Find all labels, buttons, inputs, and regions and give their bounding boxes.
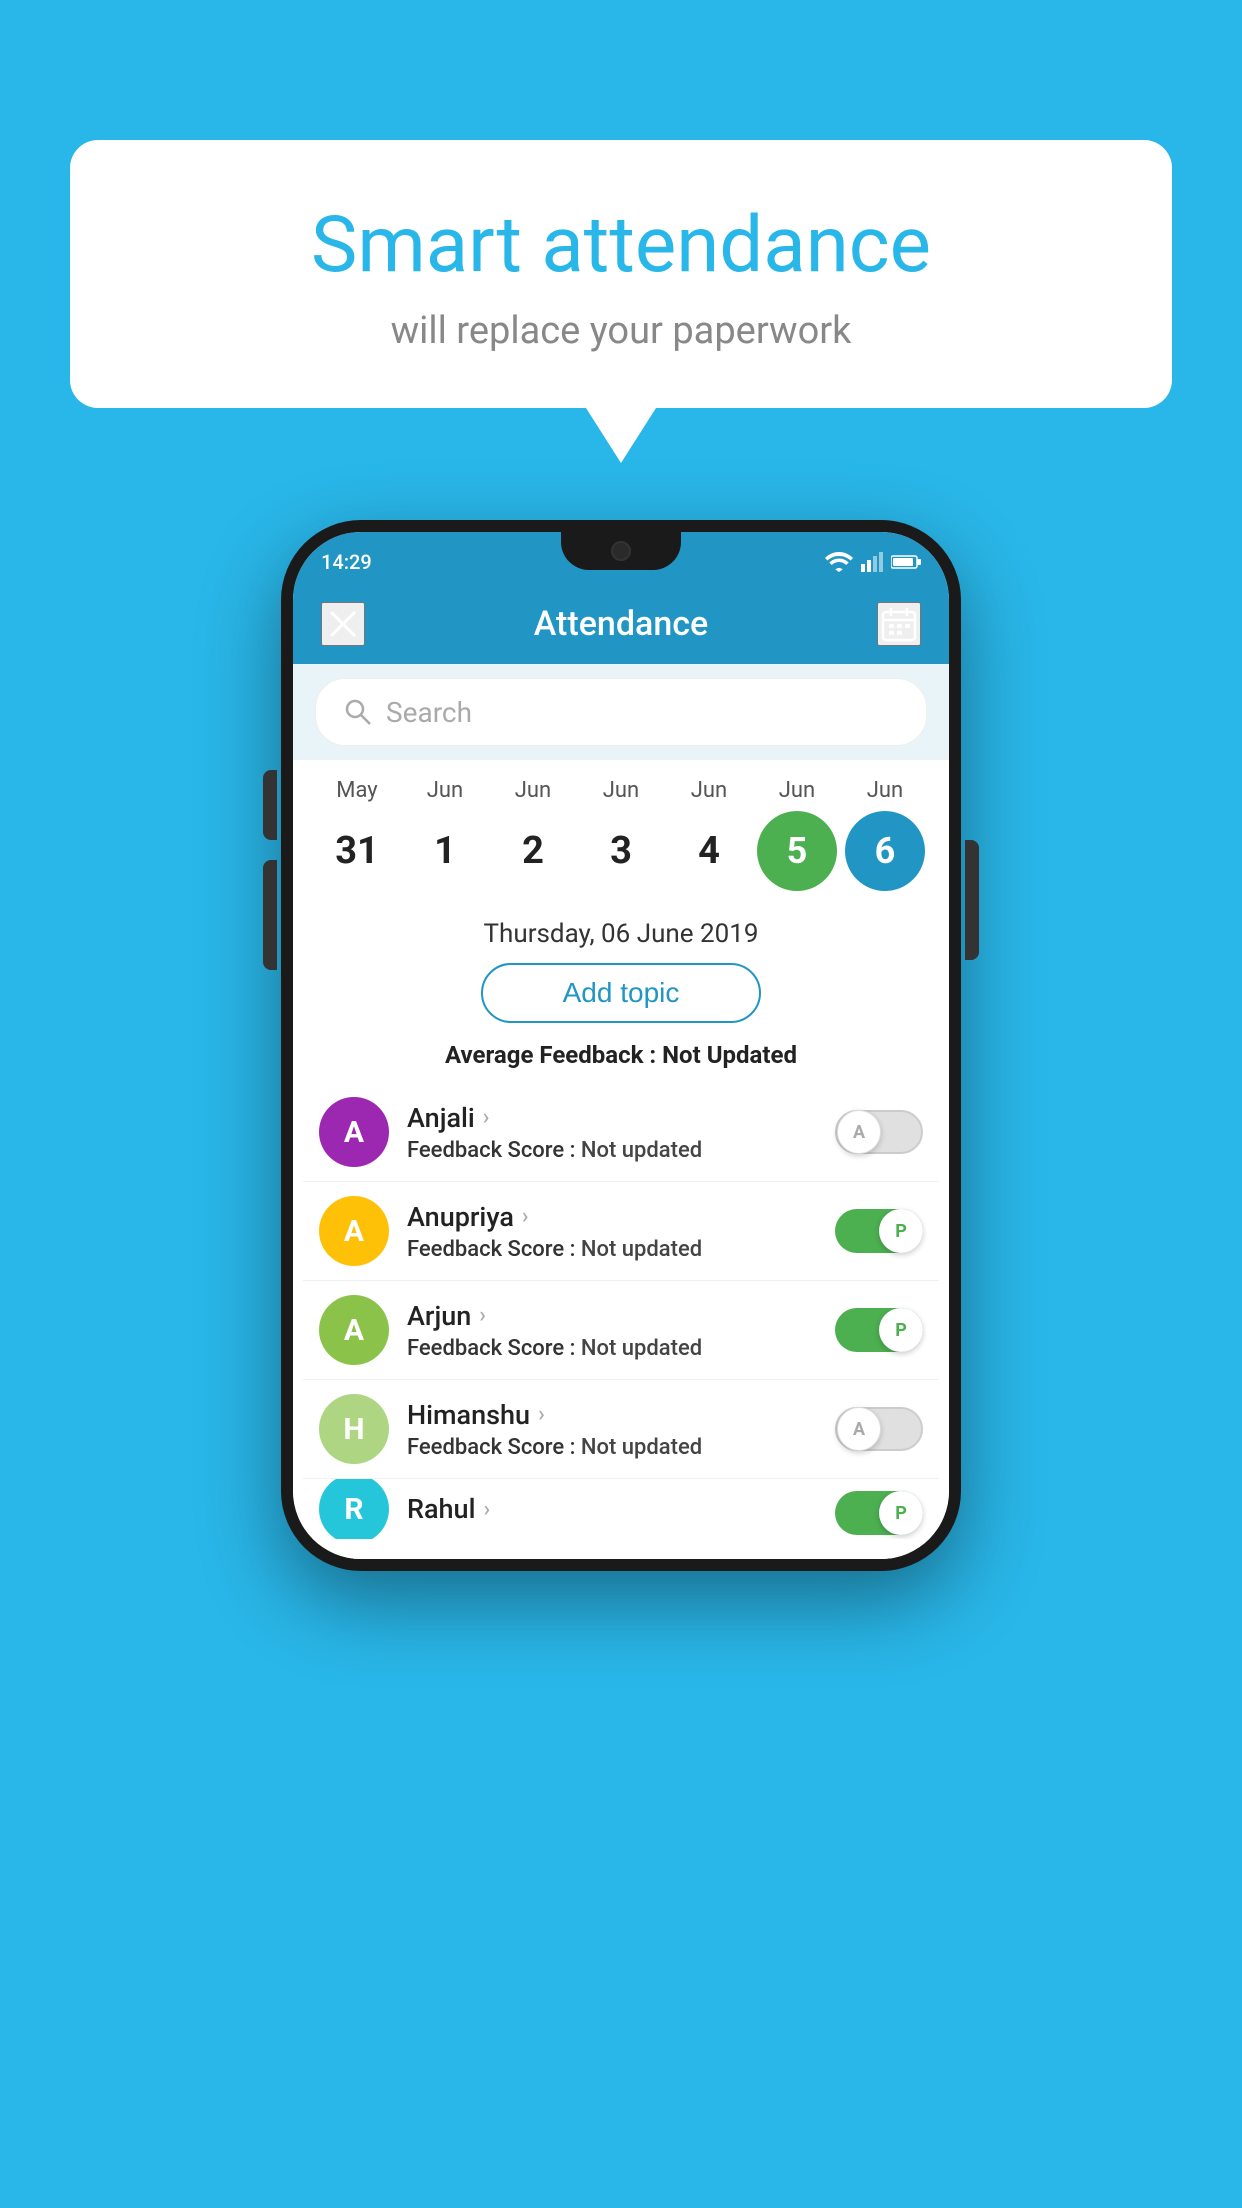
- student-item-himanshu: H Himanshu › Feedback Score : Not update…: [303, 1380, 939, 1479]
- cal-date-6: 6: [845, 811, 925, 891]
- phone-frame: 14:29: [281, 520, 961, 1571]
- student-name-arjun: Arjun ›: [407, 1300, 817, 1332]
- chevron-right-icon: ›: [483, 1497, 490, 1522]
- signal-icon: [861, 552, 883, 572]
- cal-day-3[interactable]: 3: [581, 811, 661, 891]
- volume-up-button: [263, 770, 277, 840]
- cal-date-4: 4: [669, 811, 749, 891]
- cal-day-6[interactable]: 6: [845, 811, 925, 891]
- student-info-rahul[interactable]: Rahul ›: [407, 1493, 817, 1525]
- student-item-anjali: A Anjali › Feedback Score : Not updated: [303, 1083, 939, 1182]
- background: Smart attendance will replace your paper…: [0, 0, 1242, 2208]
- cal-date-5: 5: [757, 811, 837, 891]
- cal-month-2: Jun: [493, 778, 573, 803]
- cal-month-5: Jun: [757, 778, 837, 803]
- student-name-anupriya: Anupriya ›: [407, 1201, 817, 1233]
- close-button[interactable]: [321, 602, 365, 646]
- speech-bubble-title: Smart attendance: [150, 200, 1092, 291]
- cal-month-3: Jun: [581, 778, 661, 803]
- student-item-anupriya: A Anupriya › Feedback Score : Not update…: [303, 1182, 939, 1281]
- cal-month-1: Jun: [405, 778, 485, 803]
- cal-date-2: 2: [493, 811, 573, 891]
- calendar-dates-row: 31 1 2 3 4: [313, 811, 929, 891]
- app-bar: Attendance: [293, 584, 949, 664]
- toggle-knob-arjun: P: [879, 1308, 923, 1352]
- speech-bubble-arrow: [586, 408, 656, 463]
- search-bar[interactable]: Search: [315, 678, 927, 746]
- cal-day-5[interactable]: 5: [757, 811, 837, 891]
- status-time: 14:29: [321, 550, 372, 574]
- avatar-himanshu: H: [319, 1394, 389, 1464]
- cal-date-0: 31: [317, 811, 397, 891]
- student-info-anupriya[interactable]: Anupriya › Feedback Score : Not updated: [407, 1201, 817, 1262]
- avg-feedback-prefix: Average Feedback :: [445, 1041, 662, 1069]
- chevron-right-icon: ›: [483, 1105, 490, 1130]
- cal-month-6: Jun: [845, 778, 925, 803]
- student-info-himanshu[interactable]: Himanshu › Feedback Score : Not updated: [407, 1399, 817, 1460]
- student-list: A Anjali › Feedback Score : Not updated: [293, 1083, 949, 1539]
- cal-day-4[interactable]: 4: [669, 811, 749, 891]
- attendance-toggle-rahul[interactable]: P: [835, 1491, 923, 1535]
- attendance-toggle-himanshu[interactable]: A: [835, 1407, 923, 1451]
- toggle-knob-anupriya: P: [879, 1209, 923, 1253]
- power-button: [965, 840, 979, 960]
- avatar-rahul: R: [319, 1479, 389, 1539]
- cal-day-2[interactable]: 2: [493, 811, 573, 891]
- search-icon: [344, 698, 372, 726]
- toggle-knob-himanshu: A: [837, 1407, 881, 1451]
- speech-bubble-subtitle: will replace your paperwork: [150, 309, 1092, 353]
- student-name-himanshu: Himanshu ›: [407, 1399, 817, 1431]
- calendar-strip: May Jun Jun Jun Jun Jun Jun 31 1: [293, 760, 949, 901]
- feedback-score-anupriya: Feedback Score : Not updated: [407, 1237, 817, 1262]
- chevron-right-icon: ›: [479, 1303, 486, 1328]
- cal-day-0[interactable]: 31: [317, 811, 397, 891]
- avatar-arjun: A: [319, 1295, 389, 1365]
- camera-lens: [611, 541, 631, 561]
- cal-date-1: 1: [405, 811, 485, 891]
- wifi-icon: [825, 552, 853, 572]
- student-name-anjali: Anjali ›: [407, 1102, 817, 1134]
- battery-icon: [891, 554, 921, 570]
- chevron-right-icon: ›: [538, 1402, 545, 1427]
- search-container: Search: [293, 664, 949, 760]
- cal-day-1[interactable]: 1: [405, 811, 485, 891]
- avg-feedback-value: Not Updated: [662, 1041, 797, 1069]
- selected-date-label: Thursday, 06 June 2019: [293, 901, 949, 963]
- feedback-score-himanshu: Feedback Score : Not updated: [407, 1435, 817, 1460]
- toggle-knob-anjali: A: [837, 1110, 881, 1154]
- chevron-right-icon: ›: [522, 1204, 529, 1229]
- phone-screen: 14:29: [293, 532, 949, 1559]
- volume-down-button: [263, 860, 277, 970]
- content-area: Thursday, 06 June 2019 Add topic Average…: [293, 901, 949, 1559]
- toggle-knob-rahul: P: [879, 1491, 923, 1535]
- attendance-toggle-arjun[interactable]: P: [835, 1308, 923, 1352]
- phone-notch: [561, 532, 681, 570]
- search-placeholder: Search: [386, 696, 472, 729]
- avg-feedback-row: Average Feedback : Not Updated: [293, 1041, 949, 1069]
- cal-month-4: Jun: [669, 778, 749, 803]
- attendance-toggle-anupriya[interactable]: P: [835, 1209, 923, 1253]
- status-icons: [825, 552, 921, 572]
- calendar-button[interactable]: [877, 602, 921, 646]
- speech-bubble: Smart attendance will replace your paper…: [70, 140, 1172, 408]
- calendar-months-row: May Jun Jun Jun Jun Jun Jun: [313, 778, 929, 803]
- feedback-score-anjali: Feedback Score : Not updated: [407, 1138, 817, 1163]
- avatar-anjali: A: [319, 1097, 389, 1167]
- student-item-arjun: A Arjun › Feedback Score : Not updated: [303, 1281, 939, 1380]
- app-bar-title: Attendance: [534, 604, 708, 644]
- add-topic-button[interactable]: Add topic: [481, 963, 761, 1023]
- student-name-rahul: Rahul ›: [407, 1493, 817, 1525]
- cal-month-0: May: [317, 778, 397, 803]
- student-info-arjun[interactable]: Arjun › Feedback Score : Not updated: [407, 1300, 817, 1361]
- feedback-score-arjun: Feedback Score : Not updated: [407, 1336, 817, 1361]
- student-item-rahul: R Rahul › P: [303, 1479, 939, 1539]
- cal-date-3: 3: [581, 811, 661, 891]
- speech-bubble-container: Smart attendance will replace your paper…: [70, 140, 1172, 463]
- attendance-toggle-anjali[interactable]: A: [835, 1110, 923, 1154]
- student-info-anjali[interactable]: Anjali › Feedback Score : Not updated: [407, 1102, 817, 1163]
- avatar-anupriya: A: [319, 1196, 389, 1266]
